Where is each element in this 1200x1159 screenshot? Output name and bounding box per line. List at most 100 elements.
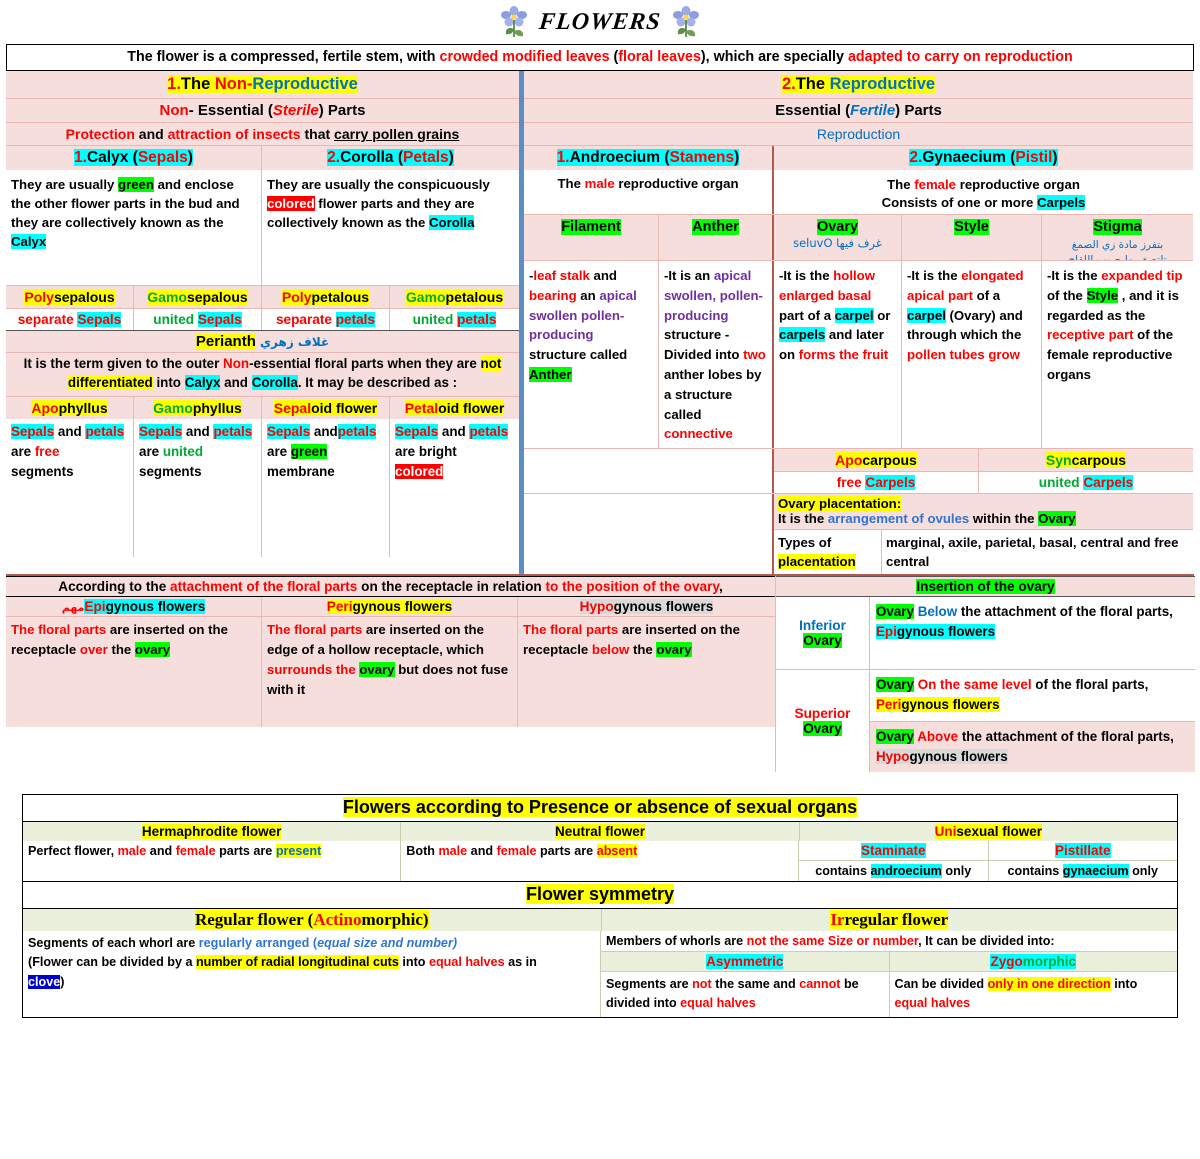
irrl1b: not the same Size or number — [746, 933, 919, 948]
sexual-table-body-row: Perfect flower, male and female parts ar… — [23, 840, 1177, 881]
asym-f: equal halves — [680, 996, 756, 1011]
anther-title: Anther — [692, 219, 739, 235]
gynaecium-desc-c: Consists of one or more — [881, 195, 1037, 211]
insertion-label-1: Superior — [794, 706, 851, 721]
attachment-type-header: مهمEpigynous flowers — [6, 597, 262, 617]
phyllus-type-header: Gamophyllus — [134, 396, 262, 419]
sepal-petal-type-header-row: Polysepalous Gamosepalous Polypetalous Gamo… — [6, 285, 519, 308]
irrl1c: , It can be divided into: — [918, 933, 1055, 948]
ph-l1a: Sepals — [139, 423, 183, 439]
insertion-block: Ovary On the same level of the floral pa… — [870, 670, 1195, 721]
regl3b: ) — [60, 974, 65, 989]
ant-l4: structure — [664, 327, 722, 343]
attachment-body-row: The floral parts are inserted on the rec… — [6, 616, 775, 728]
type-desc-b: Sepals — [197, 312, 242, 327]
zygomorphic-desc: Can be divided only in one direction int… — [889, 971, 1177, 1017]
perianth-corolla: Corolla — [251, 374, 298, 390]
calyx-desc-1: They are usually — [11, 177, 119, 192]
att-head-c: on the receptacle in relation — [357, 579, 546, 595]
gynaecium-paren: Pistil — [1015, 149, 1053, 166]
ins-c: the attachment of the floral parts, — [958, 728, 1174, 744]
sexual-table-header-row: Hermaphrodite flower Neutral flower Unis… — [23, 820, 1177, 841]
attachment-type-header: Perigynous flowers — [262, 597, 518, 617]
phyllus-type-header: Apophyllus — [6, 396, 134, 419]
asym-c: the same and — [711, 976, 800, 991]
sexual-organs-table: Flowers according to Presence or absence… — [22, 793, 1178, 881]
attachment-section: According to the attachment of the flora… — [6, 576, 775, 771]
reproductive-column: 2.The Reproductive Essential (Fertile) P… — [524, 71, 1193, 575]
androecium-desc-a: The — [557, 176, 585, 191]
plac-def-a: It is the — [778, 511, 828, 526]
ph-l1b: and — [310, 423, 338, 439]
phyllus-type-desc: Sepals and petals are free segments — [6, 418, 134, 557]
regl2c: into — [398, 955, 429, 970]
androecium-male: male — [584, 176, 615, 191]
phyllus-prefix: Petal — [404, 399, 439, 416]
ph-l2b: united — [162, 443, 203, 459]
corolla-name: Corolla — [340, 149, 394, 166]
filament-title-cell: Filament — [524, 215, 659, 260]
stam-b: androecium — [870, 863, 942, 878]
perianth-header: Perianth غلاف زهري — [6, 330, 519, 353]
ins-d-pre: Peri — [876, 697, 902, 713]
ph-l2b: green — [290, 443, 328, 459]
corolla-close: ) — [448, 149, 454, 166]
attachment-prefix: Epi — [84, 599, 106, 615]
carpel-type-body-row: free Carpels united Carpels — [774, 471, 1193, 493]
hermaphrodite-label: Hermaphrodite flower — [141, 823, 282, 839]
attachment-arabic: مهم — [61, 601, 85, 615]
type-prefix: Gamo — [147, 289, 187, 305]
carpel-type-desc: united Carpels — [979, 472, 1193, 493]
plac-types-2: placentation — [778, 554, 856, 570]
nonrepro-non: Non — [214, 75, 247, 93]
stam-c: only — [941, 863, 972, 878]
ins-d-post: gynous flowers — [901, 697, 1000, 713]
androecium-description: The male reproductive organ — [524, 170, 774, 214]
fil-l1b: leaf stalk — [533, 268, 590, 283]
fil-l2c: apical — [599, 287, 637, 303]
type-desc-a: united — [153, 312, 198, 327]
perianth-non: Non — [223, 356, 250, 371]
placentation-definition: It is the arrangement of ovules within t… — [774, 511, 1193, 529]
unisexual-type-header-row: Staminate Pistillate — [799, 840, 1177, 860]
sterile-parts: ) Parts — [318, 102, 366, 119]
placentation-spacer — [524, 494, 774, 575]
regl1b: regularly arranged ( — [198, 935, 318, 950]
regular-desc: Segments of each whorl are regularly arr… — [23, 930, 601, 1017]
insertion-blocks: Ovary On the same level of the floral pa… — [870, 670, 1195, 772]
stam-a: contains — [815, 863, 871, 878]
zyg-d: equal halves — [894, 996, 971, 1011]
placentation-row: Ovary placentation: It is the arrangemen… — [524, 493, 1193, 575]
gynaecium-desc-b: reproductive organ — [956, 177, 1080, 192]
fil-l5: structure called — [529, 347, 628, 363]
phyllus-type-header: Sepaloid flower — [262, 396, 390, 419]
insertion-label: Superior Ovary — [776, 670, 870, 772]
sepal-petal-type-body-row: separate Sepals united Sepals separate pet… — [6, 308, 519, 330]
flower-clipart-right-icon — [671, 5, 701, 39]
parts-title-row: Filament Anther Ovary غرف فيها Ovules St… — [524, 214, 1193, 266]
filament-body: -leaf stalk and bearing an apical swolle… — [524, 261, 659, 448]
plac-def-b: arrangement of ovules — [827, 511, 970, 526]
repro-the: The — [795, 75, 830, 93]
st-l3b: (Ovary) and — [945, 307, 1023, 323]
unisexual-type-body-row: contains androecium only contains gynaec… — [799, 859, 1177, 881]
neutral-label: Neutral flower — [554, 823, 646, 839]
type-desc-a: separate — [17, 312, 78, 327]
androecium-paren: Stamens — [669, 149, 735, 166]
function-protection: Protection — [65, 126, 135, 142]
att-d4: the — [629, 642, 657, 658]
anther-body: -It is an apical swollen, pollen-produci… — [659, 261, 774, 448]
ph-l1c: petals — [85, 423, 125, 439]
parts-body-row: -leaf stalk and bearing an apical swolle… — [524, 260, 1193, 448]
style-title: Style — [954, 219, 989, 235]
carpel-desc-a: united — [1038, 475, 1084, 490]
calyx-name: Calyx — [86, 149, 129, 166]
insertion-rows: Inferior Ovary Ovary Below the attachment … — [776, 597, 1195, 772]
neut-e: parts are — [536, 843, 597, 858]
ov-l6: the fruit — [839, 347, 889, 363]
sexual-table-title-row: Flowers according to Presence or absence… — [23, 794, 1177, 821]
function-pollen: carry pollen grains — [334, 126, 460, 142]
herm-e: parts are — [215, 843, 276, 858]
pistillate-label: Pistillate — [1054, 842, 1111, 858]
reg-a: Regular flower ( — [194, 909, 314, 929]
